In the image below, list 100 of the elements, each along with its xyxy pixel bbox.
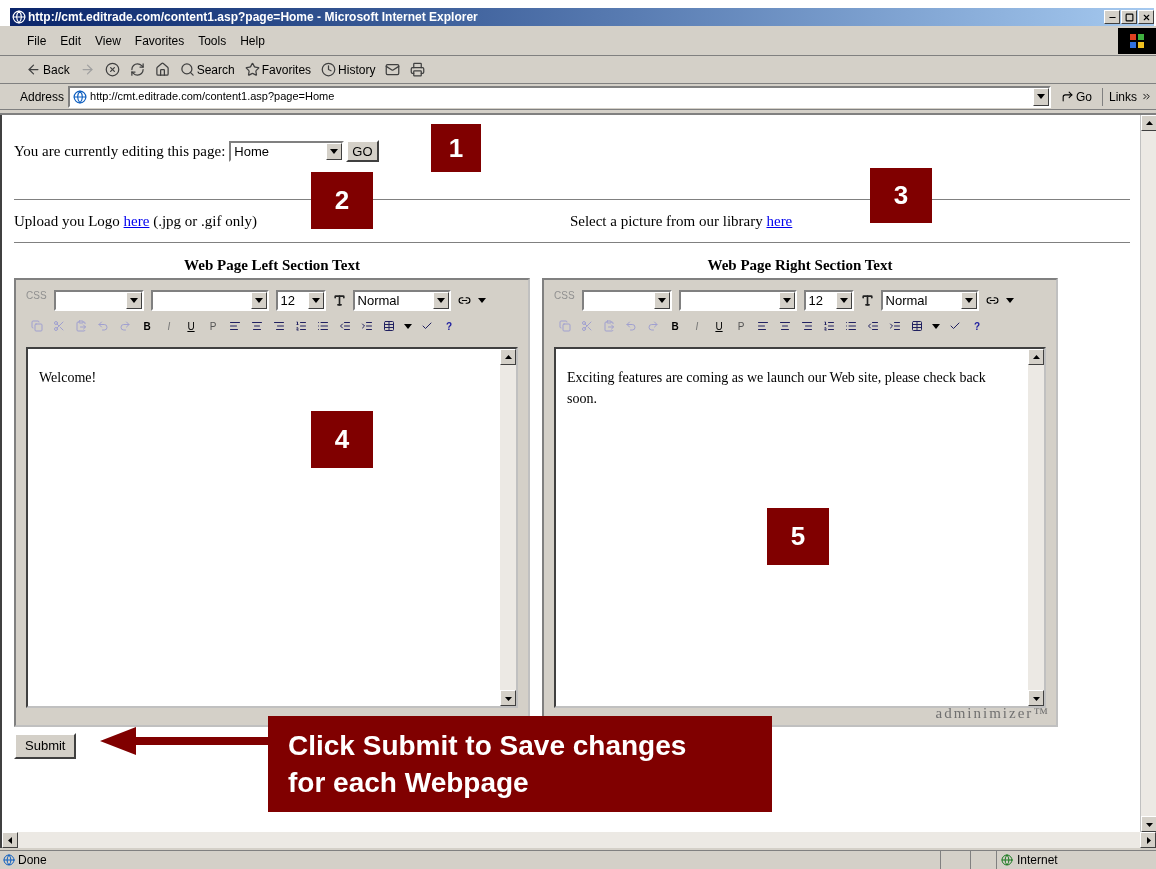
editing-label: You are currently editing this page:	[14, 141, 226, 161]
editor-text: Welcome!	[38, 369, 98, 387]
dropdown-arrow-icon	[1036, 94, 1045, 99]
arrow-right-icon	[79, 62, 95, 77]
star-icon	[244, 62, 260, 77]
globe-icon	[12, 10, 26, 24]
menu-item[interactable]: Help	[233, 31, 272, 50]
help-button[interactable]: ?	[966, 318, 988, 334]
menu-item[interactable]: Favorites	[127, 31, 192, 50]
text-color-icon[interactable]	[332, 293, 346, 307]
copy-icon	[31, 320, 43, 332]
format-button[interactable]: P	[730, 318, 752, 334]
dropdown-arrow-icon	[839, 297, 848, 303]
css-label: CSS	[554, 289, 575, 303]
minimize-button[interactable]	[1104, 10, 1120, 24]
history-button[interactable]: History	[319, 60, 378, 79]
step-number-badge: 4	[311, 411, 373, 468]
paste-icon	[603, 320, 615, 332]
more-icon[interactable]	[1141, 91, 1152, 102]
font-select[interactable]	[678, 289, 797, 311]
bullet-list-icon	[317, 320, 329, 332]
go-button[interactable]: GO	[346, 140, 379, 162]
mail-icon	[385, 62, 401, 77]
search-button[interactable]: Search	[177, 60, 237, 79]
stop-icon	[104, 62, 120, 77]
menu-item[interactable]: Tools	[191, 31, 234, 50]
step-number-badge: 5	[767, 508, 829, 565]
restore-button[interactable]	[1121, 10, 1137, 24]
scroll-arrow-icon[interactable]	[6, 836, 14, 844]
page-select[interactable]: Home	[229, 140, 345, 162]
scrollbar[interactable]	[0, 832, 1156, 848]
class-select[interactable]	[53, 289, 144, 311]
undo-icon	[97, 320, 109, 332]
size-select[interactable]: 12	[803, 289, 854, 311]
format-button[interactable]: B	[664, 318, 686, 334]
links-button[interactable]: Links	[1102, 87, 1137, 106]
format-button[interactable]: P	[202, 318, 224, 334]
section-heading: Web Page Left Section Text	[183, 256, 361, 275]
redo-icon	[647, 320, 659, 332]
spellcheck-icon	[421, 320, 433, 332]
caret-icon	[477, 297, 486, 303]
text-color-icon[interactable]	[860, 293, 874, 307]
scroll-arrow-icon[interactable]	[1032, 694, 1040, 702]
scroll-arrow-icon[interactable]	[1032, 353, 1040, 361]
redo-icon	[119, 320, 131, 332]
size-select[interactable]: 12	[275, 289, 326, 311]
caret-icon	[1005, 297, 1014, 303]
go-arrow-icon	[1060, 90, 1074, 103]
help-button[interactable]: ?	[438, 318, 460, 334]
indent-icon	[889, 320, 901, 332]
format-button[interactable]: B	[136, 318, 158, 334]
style-select[interactable]: Normal	[880, 289, 979, 311]
submit-button[interactable]: Submit	[14, 733, 77, 759]
menu-item[interactable]: Edit	[53, 31, 89, 50]
scroll-arrow-icon[interactable]	[504, 694, 512, 702]
align-left-icon	[757, 320, 769, 332]
step-number-badge: 1	[431, 124, 481, 172]
scroll-arrow-icon[interactable]	[504, 353, 512, 361]
status-text: Done	[18, 852, 48, 869]
globe-icon	[3, 854, 15, 866]
upload-link[interactable]: here	[123, 212, 150, 229]
go-button[interactable]: Go	[1054, 87, 1098, 106]
step-number-badge: 3	[870, 168, 932, 223]
favorites-button[interactable]: Favorites	[242, 60, 314, 79]
paste-icon	[75, 320, 87, 332]
dropdown-arrow-icon	[657, 297, 666, 303]
scrollbar[interactable]	[500, 349, 516, 706]
format-button[interactable]: U	[708, 318, 730, 334]
class-select[interactable]	[581, 289, 672, 311]
dropdown-arrow-icon	[436, 297, 445, 303]
library-link[interactable]: here	[766, 212, 793, 229]
globe-icon	[73, 89, 88, 104]
font-select[interactable]	[150, 289, 269, 311]
scrollbar[interactable]	[1028, 349, 1044, 706]
restore-icon	[1124, 12, 1134, 22]
dropdown-arrow-icon	[254, 297, 263, 303]
align-right-icon	[273, 320, 285, 332]
cut-icon	[53, 320, 65, 332]
upload-instruction: Upload you Logo here (.jpg or .gif only)	[14, 211, 257, 231]
menu-item[interactable]: View	[88, 31, 128, 50]
style-select[interactable]: Normal	[352, 289, 451, 311]
library-instruction: Select a picture from our library here	[569, 211, 793, 231]
align-center-icon	[779, 320, 791, 332]
align-center-icon	[251, 320, 263, 332]
printer-icon	[410, 62, 426, 77]
globe-icon	[1001, 854, 1013, 866]
close-button[interactable]	[1138, 10, 1154, 24]
format-button[interactable]: U	[180, 318, 202, 334]
scroll-arrow-icon[interactable]	[1145, 119, 1153, 127]
scrollbar[interactable]	[1140, 115, 1156, 832]
address-field[interactable]: http://cmt.editrade.com/content1.asp?page=Home	[68, 85, 1051, 108]
outdent-icon	[339, 320, 351, 332]
zone-text: Internet	[1017, 852, 1058, 869]
back-button[interactable]: Back	[24, 60, 72, 79]
dropdown-arrow-icon	[129, 297, 138, 303]
align-right-icon	[801, 320, 813, 332]
menu-item[interactable]: File	[20, 31, 54, 50]
caret-icon	[932, 323, 940, 329]
dropdown-arrow-icon	[330, 148, 339, 154]
dropdown-arrow-icon	[964, 297, 973, 303]
